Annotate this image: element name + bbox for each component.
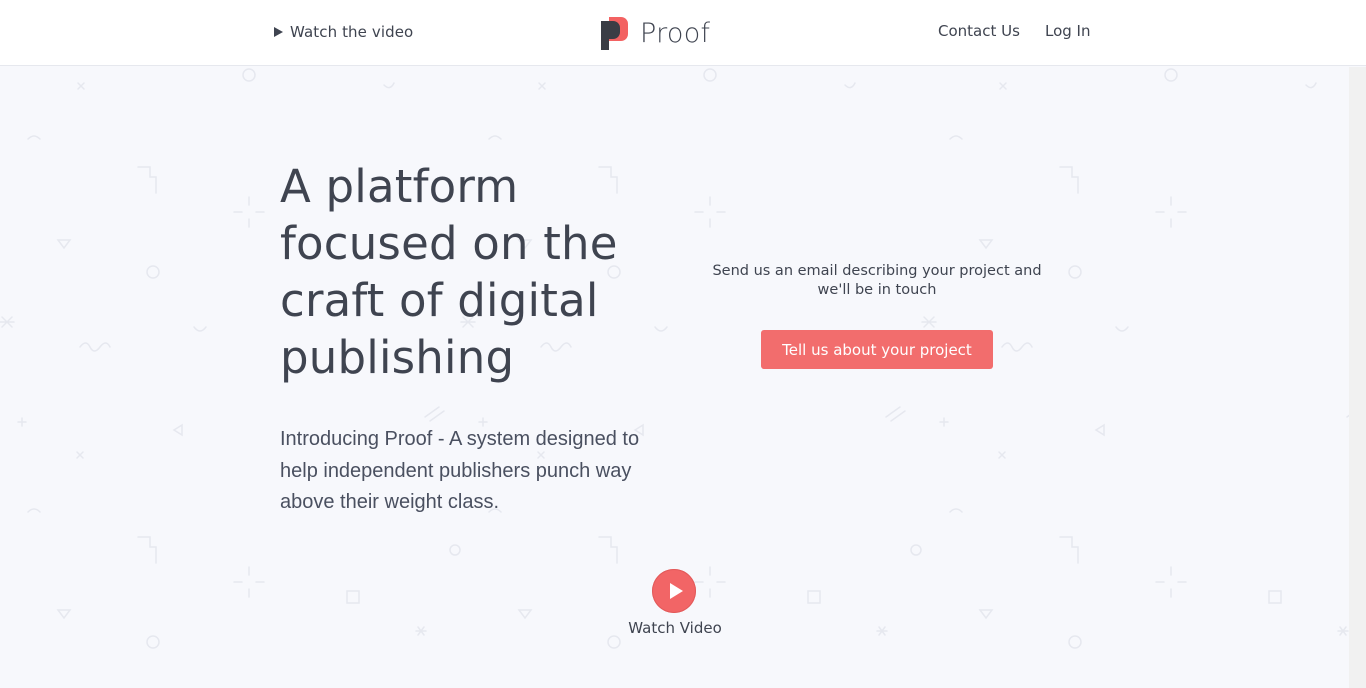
tell-us-about-project-button[interactable]: Tell us about your project (761, 330, 993, 369)
contact-us-link[interactable]: Contact Us (938, 22, 1020, 40)
proof-logo-icon (601, 16, 628, 50)
play-button-icon (669, 583, 683, 599)
hero-subtitle: Introducing Proof - A system designed to… (280, 428, 640, 513)
hero-title: A platform focused on the craft of digit… (280, 160, 618, 384)
site-header: Watch the video Proof Contact Us Log In (0, 0, 1366, 66)
logo-text: Proof (640, 17, 711, 49)
cta-text: Send us an email describing your project… (712, 263, 1042, 298)
scrollbar[interactable] (1349, 67, 1366, 688)
watch-the-video-label: Watch the video (290, 23, 414, 41)
logo[interactable]: Proof (601, 15, 710, 51)
log-in-link[interactable]: Log In (1045, 22, 1091, 40)
play-video-button[interactable] (652, 569, 696, 613)
watch-the-video-link[interactable]: Watch the video (274, 22, 413, 42)
watch-video-label[interactable]: Watch Video (600, 619, 750, 637)
play-icon (274, 27, 283, 37)
